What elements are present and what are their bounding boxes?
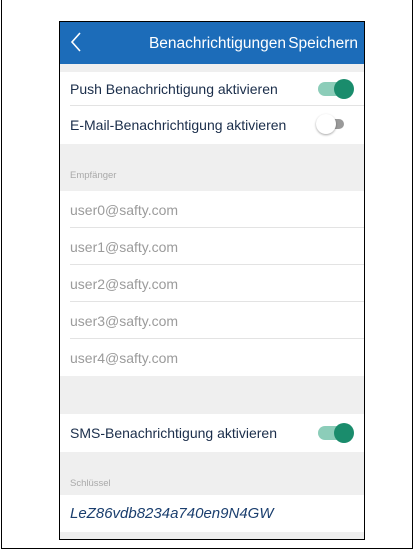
recipient-email: user2@safty.com: [70, 276, 179, 292]
chevron-left-icon: [70, 32, 81, 52]
sms-notification-label: SMS-Benachrichtigung aktivieren: [70, 425, 277, 441]
recipient-email: user0@safty.com: [70, 202, 179, 218]
recipient-row[interactable]: user3@safty.com: [60, 302, 364, 339]
recipient-row[interactable]: user2@safty.com: [60, 265, 364, 302]
sms-notification-row[interactable]: SMS-Benachrichtigung aktivieren: [60, 414, 364, 452]
phone-screen: Benachrichtigungen Speichern Push Benach…: [59, 21, 365, 540]
recipient-email: user1@safty.com: [70, 239, 179, 255]
key-row[interactable]: LeZ86vdb8234a740en9N4GW: [60, 495, 364, 532]
key-value: LeZ86vdb8234a740en9N4GW: [70, 505, 274, 522]
recipient-email: user3@safty.com: [70, 313, 179, 329]
email-notification-label: E-Mail-Benachrichtigung aktivieren: [70, 117, 287, 133]
push-notification-toggle[interactable]: [318, 79, 354, 99]
toggle-knob: [334, 423, 354, 443]
key-header: Schlüssel: [70, 478, 111, 489]
nav-bar: Benachrichtigungen Speichern: [60, 22, 364, 64]
page-title: Benachrichtigungen: [148, 35, 286, 52]
email-notification-row[interactable]: E-Mail-Benachrichtigung aktivieren: [60, 106, 364, 144]
push-notification-label: Push Benachrichtigung aktivieren: [70, 81, 278, 97]
recipient-row[interactable]: user0@safty.com: [60, 191, 364, 228]
recipient-row[interactable]: user1@safty.com: [60, 228, 364, 265]
recipient-row[interactable]: user4@safty.com: [60, 339, 364, 376]
sms-notification-toggle[interactable]: [318, 423, 354, 443]
recipients-header: Empfänger: [70, 170, 117, 181]
push-notification-row[interactable]: Push Benachrichtigung aktivieren: [60, 72, 364, 106]
toggle-knob: [316, 114, 336, 134]
toggle-knob: [334, 79, 354, 99]
back-button[interactable]: [68, 28, 86, 56]
save-button[interactable]: Speichern: [288, 35, 358, 53]
email-notification-toggle[interactable]: [316, 114, 344, 134]
recipient-email: user4@safty.com: [70, 350, 179, 366]
